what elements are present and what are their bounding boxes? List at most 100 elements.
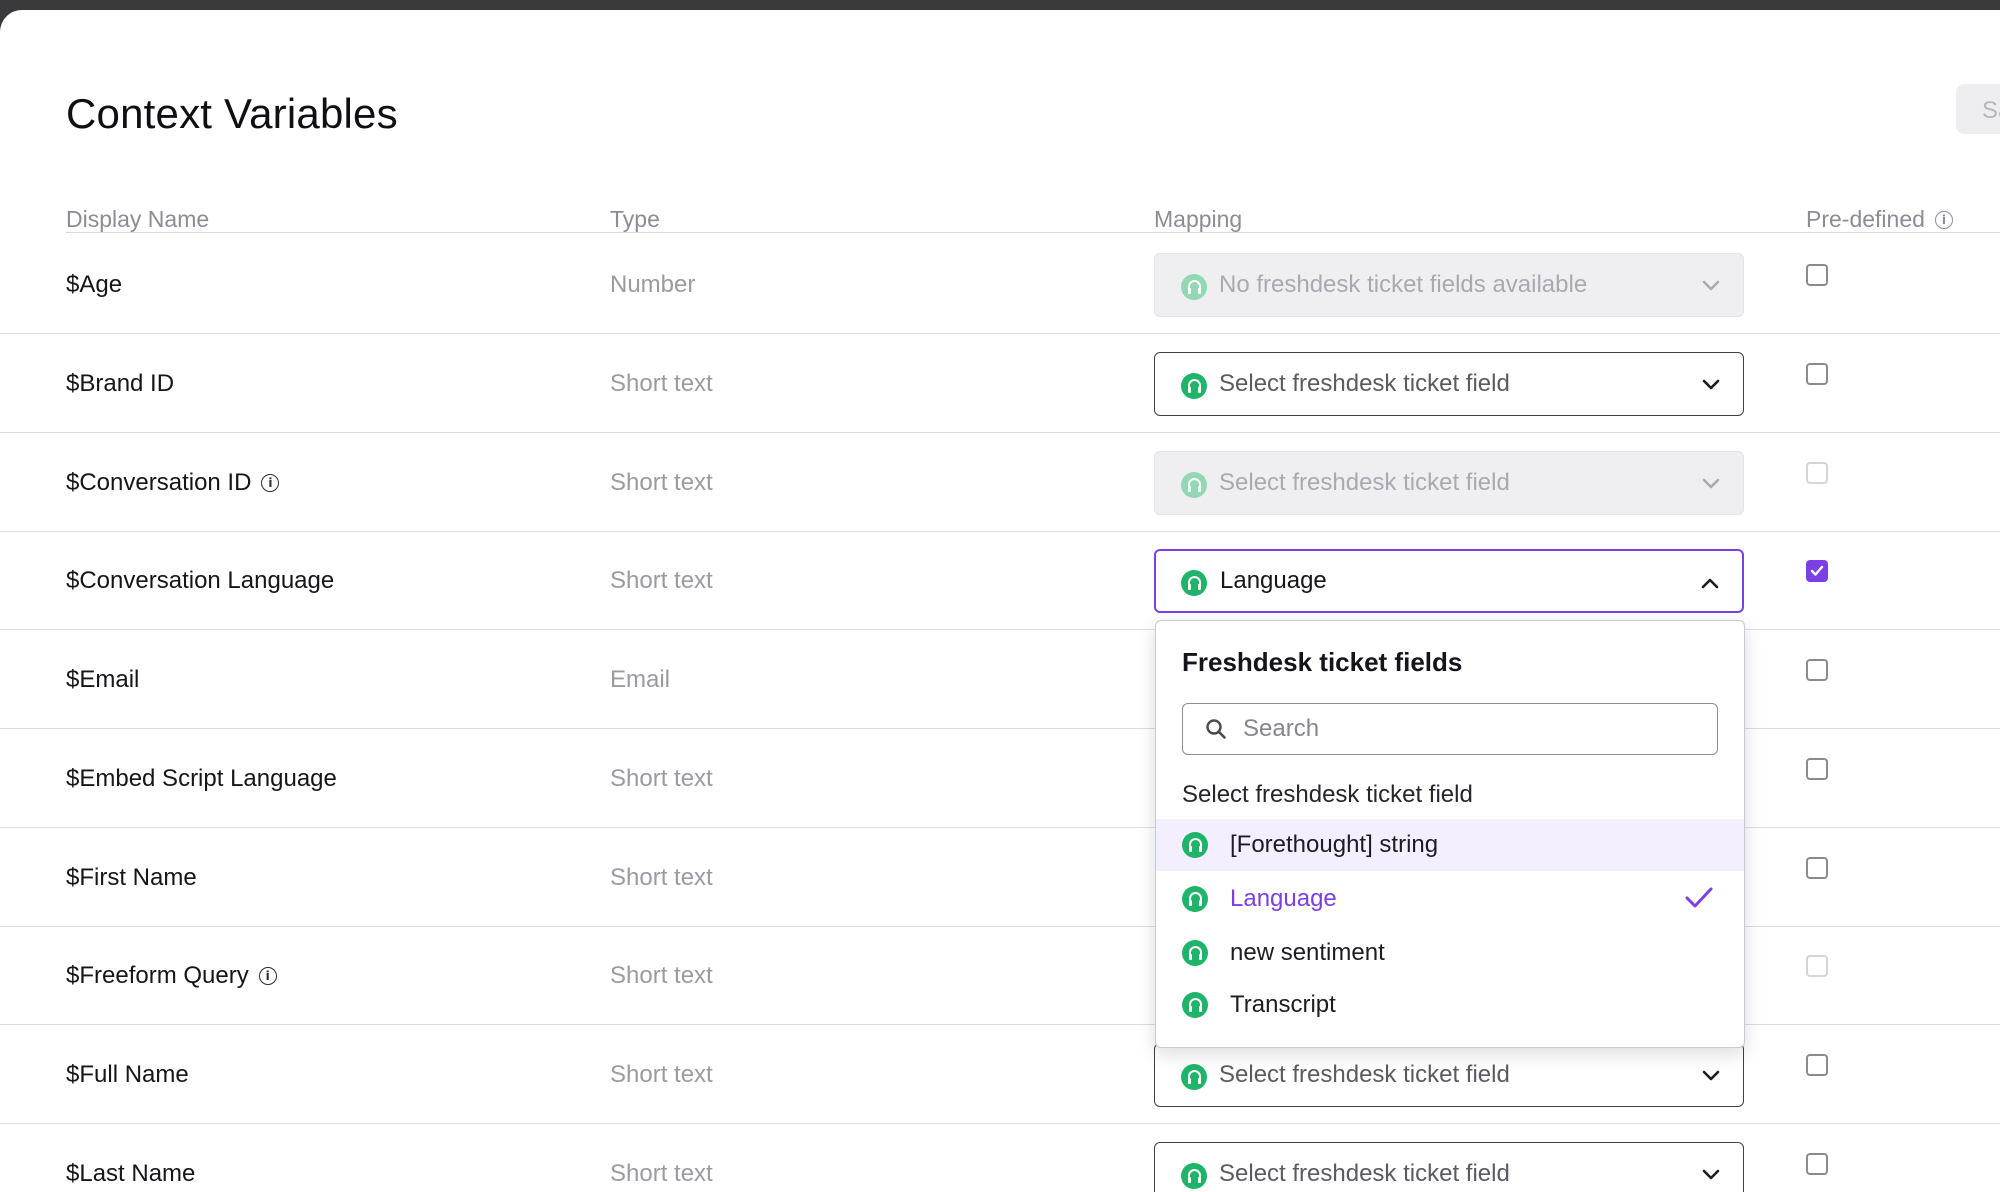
- mapping-select[interactable]: Select freshdesk ticket field: [1154, 352, 1744, 416]
- table-row: $Conversation ID i Short text Select freshd…: [0, 434, 2000, 532]
- mapping-select: Select freshdesk ticket field: [1154, 451, 1744, 515]
- variable-name-label: $Brand ID: [66, 370, 175, 397]
- variable-type: Number: [610, 271, 696, 298]
- context-variables-panel: Context Variables Sa Display Name Type M…: [0, 10, 2000, 1192]
- save-button[interactable]: Sa: [1956, 84, 2000, 134]
- info-icon[interactable]: i: [258, 967, 277, 985]
- search-icon: [1205, 718, 1227, 740]
- variable-name: $Full Name: [66, 1026, 189, 1124]
- chevron-down-icon: [1701, 276, 1721, 296]
- mapping-select[interactable]: Language: [1154, 549, 1744, 613]
- chevron-up-icon: [1700, 573, 1720, 593]
- variable-name-label: $Email: [66, 666, 140, 693]
- headset-icon: [1182, 886, 1208, 912]
- variable-name-label: $Conversation ID: [66, 469, 252, 496]
- column-header-mapping: Mapping: [1154, 206, 1243, 232]
- dropdown-option-label: Transcript: [1230, 991, 1336, 1018]
- chevron-down-icon: [1701, 375, 1721, 395]
- predefined-checkbox[interactable]: [1806, 1054, 1828, 1076]
- predefined-checkbox[interactable]: [1806, 1153, 1828, 1175]
- headset-icon: [1182, 832, 1208, 858]
- headset-icon: [1181, 1163, 1207, 1189]
- variable-type: Email: [610, 666, 671, 693]
- mapping-select-value: Select freshdesk ticket field: [1219, 1061, 1510, 1088]
- chevron-down-icon: [1701, 1165, 1721, 1185]
- variable-type: Short text: [610, 469, 713, 496]
- predefined-checkbox[interactable]: [1806, 857, 1828, 879]
- mapping-select: No freshdesk ticket fields available: [1154, 253, 1744, 317]
- table-row: $Age Number No freshdesk ticket fields ava…: [0, 236, 2000, 334]
- variable-name: $Embed Script Language: [66, 730, 337, 828]
- checkmark-icon: [1684, 885, 1714, 916]
- variable-type: Short text: [610, 1061, 713, 1088]
- column-header-predefined: Pre-defined i: [1806, 206, 1953, 233]
- predefined-checkbox: [1806, 955, 1828, 977]
- variable-name-label: $Full Name: [66, 1061, 189, 1088]
- table-row: $Last Name Short text Select freshdesk tic…: [0, 1125, 2000, 1192]
- mapping-select[interactable]: Select freshdesk ticket field: [1154, 1142, 1744, 1192]
- variable-name: $Freeform Query i: [66, 927, 277, 1025]
- predefined-checkbox[interactable]: [1806, 363, 1828, 385]
- dropdown-option[interactable]: new sentiment: [1156, 927, 1744, 979]
- dropdown-option-label: Language: [1230, 885, 1337, 912]
- variable-name-label: $Conversation Language: [66, 567, 335, 594]
- dropdown-option[interactable]: [Forethought] string: [1156, 819, 1744, 871]
- dropdown-option[interactable]: Transcript: [1156, 979, 1744, 1031]
- dropdown-section-label: Select freshdesk ticket field: [1182, 781, 1473, 808]
- mapping-select[interactable]: Select freshdesk ticket field: [1154, 1043, 1744, 1107]
- variable-name-label: $Last Name: [66, 1160, 196, 1187]
- chevron-down-icon: [1701, 474, 1721, 494]
- predefined-checkbox[interactable]: [1806, 264, 1828, 286]
- table-row: $Brand ID Short text Select freshdesk tick…: [0, 335, 2000, 433]
- mapping-dropdown-menu: Freshdesk ticket fields Select freshdesk…: [1155, 620, 1745, 1048]
- mapping-select-value: Select freshdesk ticket field: [1219, 1160, 1510, 1187]
- variable-name: $Email: [66, 631, 139, 729]
- info-icon[interactable]: i: [1934, 211, 1953, 229]
- dropdown-option-label: new sentiment: [1230, 939, 1385, 966]
- column-header-display-name: Display Name: [66, 206, 210, 232]
- headset-icon: [1181, 373, 1207, 399]
- dropdown-search: [1182, 703, 1718, 755]
- variable-type: Short text: [610, 765, 713, 792]
- mapping-select-value: No freshdesk ticket fields available: [1219, 271, 1588, 298]
- table-row: $Conversation Language Short text Language: [0, 532, 2000, 630]
- variable-name: $First Name: [66, 829, 197, 927]
- page-title: Context Variables: [66, 90, 398, 137]
- header-divider: [66, 232, 2000, 233]
- predefined-checkbox: [1806, 462, 1828, 484]
- variable-name-label: $First Name: [66, 864, 197, 891]
- variable-name: $Conversation ID i: [66, 434, 280, 532]
- headset-icon: [1182, 992, 1208, 1018]
- predefined-checkbox[interactable]: [1806, 659, 1828, 681]
- predefined-checkbox[interactable]: [1806, 560, 1828, 582]
- variable-type: Short text: [610, 567, 713, 594]
- headset-icon: [1181, 472, 1207, 498]
- headset-icon: [1181, 1064, 1207, 1090]
- dropdown-option-label: [Forethought] string: [1230, 831, 1439, 858]
- column-header-type: Type: [610, 206, 660, 232]
- variable-name: $Last Name: [66, 1125, 195, 1192]
- headset-icon: [1182, 940, 1208, 966]
- variable-name: $Age: [66, 236, 122, 334]
- column-header-predefined-label: Pre-defined: [1806, 206, 1925, 232]
- variable-name: $Conversation Language: [66, 532, 334, 630]
- variable-name: $Brand ID: [66, 335, 174, 433]
- variable-type: Short text: [610, 864, 713, 891]
- mapping-select-value: Language: [1220, 567, 1327, 594]
- variable-name-label: $Freeform Query: [66, 962, 249, 989]
- variable-type: Short text: [610, 1160, 713, 1187]
- mapping-select-value: Select freshdesk ticket field: [1219, 469, 1510, 496]
- variable-name-label: $Embed Script Language: [66, 765, 337, 792]
- dropdown-option[interactable]: Language: [1156, 873, 1744, 925]
- variable-type: Short text: [610, 370, 713, 397]
- variable-name-label: $Age: [66, 271, 123, 298]
- headset-icon: [1181, 570, 1207, 596]
- dropdown-title: Freshdesk ticket fields: [1182, 647, 1463, 677]
- search-input[interactable]: [1241, 710, 1705, 748]
- info-icon[interactable]: i: [261, 474, 280, 492]
- predefined-checkbox[interactable]: [1806, 758, 1828, 780]
- chevron-down-icon: [1701, 1066, 1721, 1086]
- headset-icon: [1181, 274, 1207, 300]
- mapping-select-value: Select freshdesk ticket field: [1219, 370, 1510, 397]
- variable-type: Short text: [610, 962, 713, 989]
